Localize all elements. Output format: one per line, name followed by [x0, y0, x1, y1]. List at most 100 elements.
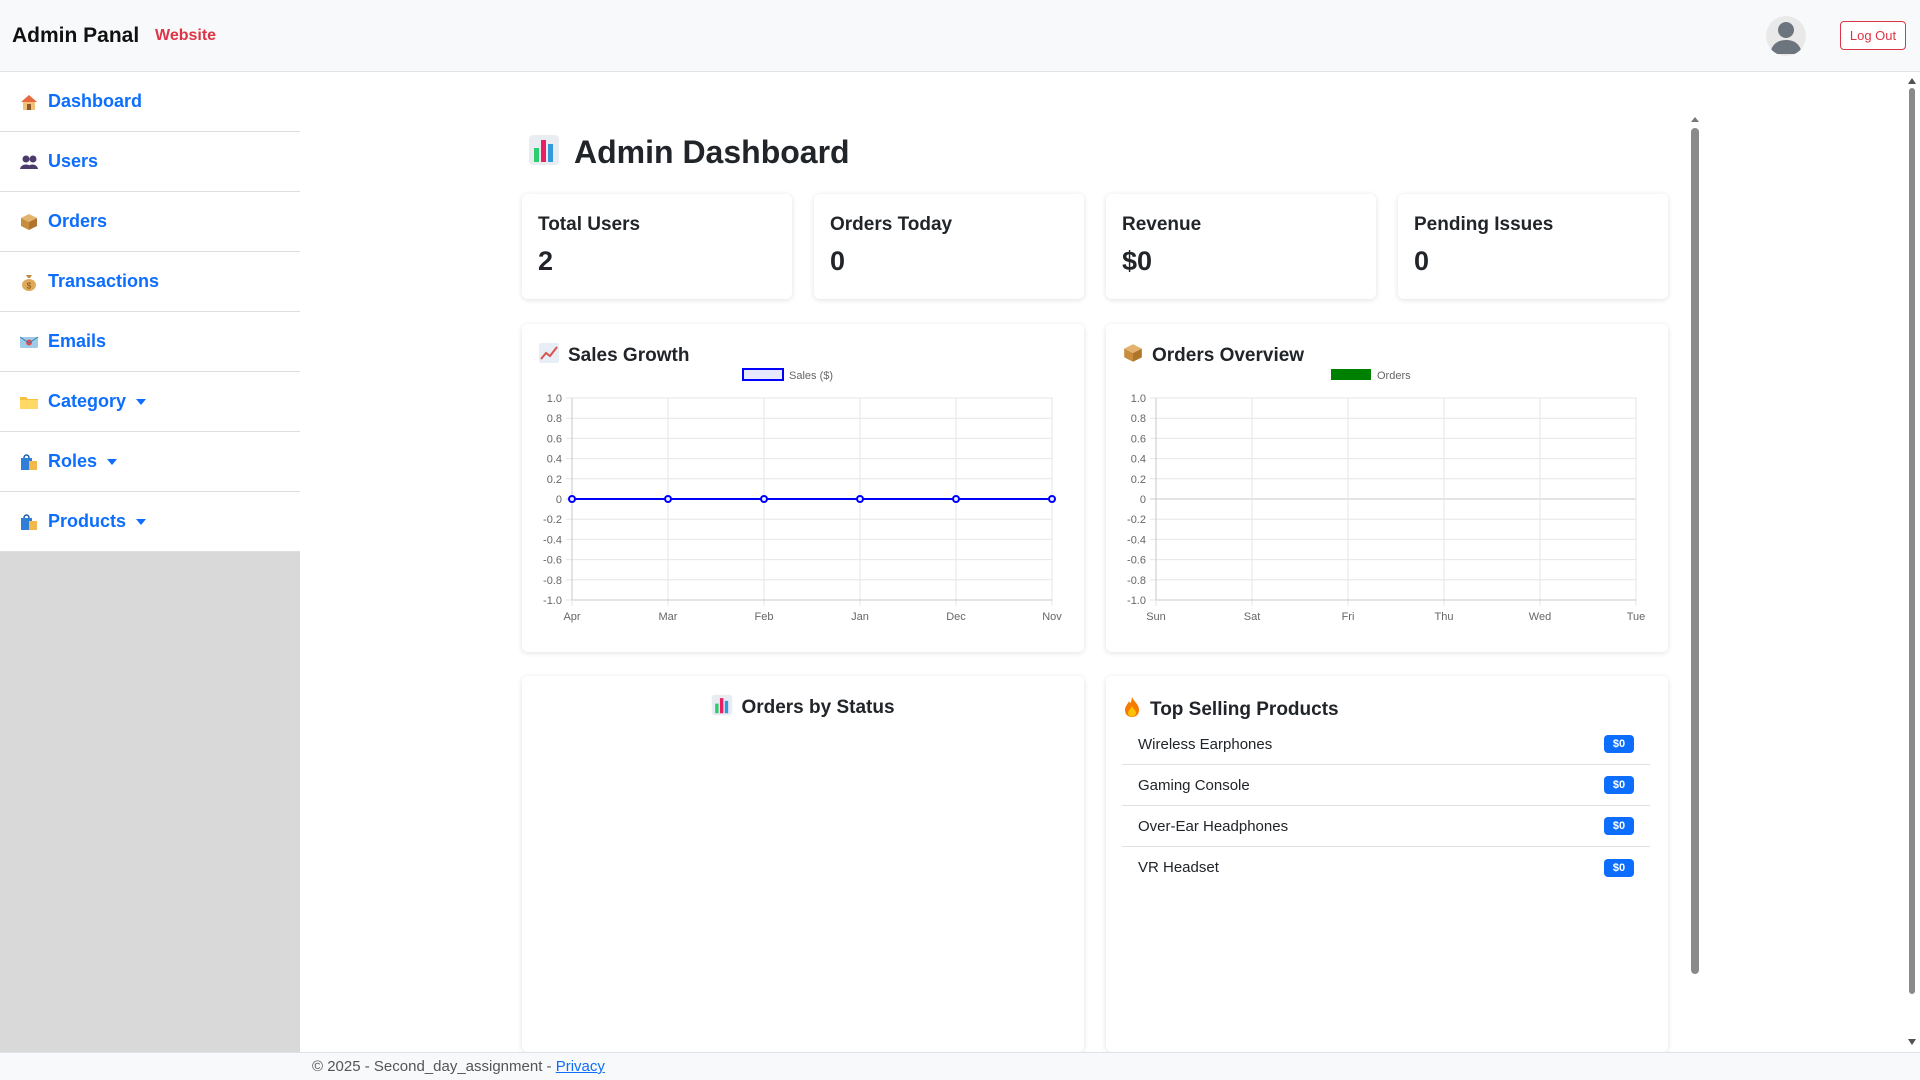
- sidebar-item-label: Roles: [48, 451, 98, 471]
- y-tick-label: 0.4: [547, 454, 562, 466]
- x-tick-label: Feb: [755, 611, 774, 623]
- sidebar-item-users[interactable]: Users: [0, 132, 300, 192]
- orders-overview-card: Orders Overview 1.0 0.8 0.6 0.4 0.2 0 -0.2 -0.4…: [1106, 324, 1668, 652]
- logout-button[interactable]: Log Out: [1840, 21, 1906, 50]
- y-tick-label: 0: [556, 494, 562, 506]
- price-badge: $0: [1604, 776, 1634, 794]
- chevron-down-icon[interactable]: [136, 518, 147, 525]
- x-tick-label: Sat: [1244, 611, 1261, 623]
- page-scrollbar[interactable]: [1904, 72, 1920, 1052]
- list-item[interactable]: VR Headset $0: [1122, 847, 1650, 888]
- x-tick-label: Mar: [659, 611, 678, 623]
- y-tick-label: -0.4: [1127, 534, 1146, 546]
- stat-card-orders-today: Orders Today 0: [814, 194, 1084, 299]
- list-item[interactable]: Over-Ear Headphones $0: [1122, 806, 1650, 847]
- data-point: [568, 495, 576, 503]
- sidebar-item-transactions[interactable]: $ Transactions: [0, 252, 300, 312]
- card-title: Orders by Status: [741, 696, 895, 718]
- stat-value: 0: [830, 246, 846, 276]
- orders-by-status-card: Orders by Status: [522, 676, 1084, 1052]
- y-tick-label: -0.2: [1127, 514, 1146, 526]
- sidebar-item-label: Category: [48, 391, 127, 411]
- package-icon: [18, 211, 40, 233]
- stat-label: Pending Issues: [1414, 214, 1554, 235]
- x-tick-label: Sun: [1146, 611, 1166, 623]
- data-point: [952, 495, 960, 503]
- stat-label: Revenue: [1122, 214, 1202, 235]
- sidebar-item-label: Dashboard: [48, 91, 143, 111]
- sidebar-item-label: Emails: [48, 331, 107, 351]
- card-title: Top Selling Products: [1150, 698, 1339, 720]
- copyright-text: © 2025 - Second_day_assignment -: [312, 1058, 556, 1075]
- y-tick-label: -0.8: [1127, 575, 1146, 587]
- sales-growth-card: Sales Growth 1.0 0.8 0.6 0.4 0.2 0 -0.2 -0.4 -0.…: [522, 324, 1084, 652]
- sales-growth-chart: 1.0 0.8 0.6 0.4 0.2 0 -0.2 -0.4 -0.6 -0.8 -1.0Apr M…: [543, 368, 1062, 623]
- page-title-text: Admin Dashboard: [574, 134, 850, 170]
- y-tick-label: -0.6: [543, 555, 562, 567]
- sidebar-item-roles[interactable]: Roles: [0, 432, 300, 492]
- product-name: Over-Ear Headphones: [1138, 817, 1289, 835]
- stat-card-revenue: Revenue $0: [1106, 194, 1376, 299]
- footer-text: © 2025 - Second_day_assignment - Privacy: [312, 1058, 605, 1075]
- sidebar-item-dashboard[interactable]: Dashboard: [0, 72, 300, 132]
- data-point: [760, 495, 768, 503]
- stat-card-pending-issues: Pending Issues 0: [1398, 194, 1668, 299]
- brand-title[interactable]: Admin Panal: [12, 24, 139, 48]
- y-tick-label: 1.0: [547, 393, 562, 405]
- footer: © 2025 - Second_day_assignment - Privacy: [0, 1052, 1920, 1080]
- y-tick-label: 0.8: [1131, 413, 1146, 425]
- chevron-down-icon[interactable]: [136, 398, 147, 405]
- page-title: Admin Dashboard: [528, 134, 850, 171]
- y-tick-label: 1.0: [1131, 393, 1146, 405]
- y-tick-label: -1.0: [1127, 595, 1146, 607]
- chevron-down-icon[interactable]: [107, 458, 118, 465]
- x-tick-label: Wed: [1529, 611, 1551, 623]
- data-point: [856, 495, 864, 503]
- legend-swatch: [1331, 369, 1371, 380]
- sidebar-item-label: Transactions: [48, 271, 160, 291]
- stat-card-total-users: Total Users 2: [522, 194, 792, 299]
- data-point: [1048, 495, 1056, 503]
- website-link[interactable]: Website: [155, 27, 216, 45]
- y-tick-label: -1.0: [543, 595, 562, 607]
- price-badge: $0: [1604, 817, 1634, 835]
- list-item[interactable]: Wireless Earphones $0: [1122, 724, 1650, 765]
- legend-label: Orders: [1377, 370, 1411, 382]
- sidebar-item-orders[interactable]: Orders: [0, 192, 300, 252]
- price-badge: $0: [1604, 735, 1634, 753]
- sidebar-item-category[interactable]: Category: [0, 372, 300, 432]
- legend-label: Sales ($): [789, 370, 833, 382]
- money-bag-icon: $: [18, 271, 40, 293]
- sidebar-menu: Dashboard Users Orders $ Transactions Em…: [0, 72, 300, 552]
- data-point: [664, 495, 672, 503]
- y-tick-label: 0.4: [1131, 454, 1146, 466]
- privacy-link[interactable]: Privacy: [556, 1058, 605, 1075]
- sidebar: Dashboard Users Orders $ Transactions Em…: [0, 72, 300, 1052]
- stat-label: Total Users: [538, 214, 641, 235]
- sidebar-item-products[interactable]: Products: [0, 492, 300, 552]
- user-avatar-icon[interactable]: [1766, 16, 1806, 56]
- x-tick-label: Apr: [563, 611, 580, 623]
- sidebar-item-label: Products: [48, 511, 127, 531]
- stat-value: $0: [1122, 246, 1153, 276]
- bar-chart-icon: [711, 694, 733, 721]
- y-tick-label: -0.2: [543, 514, 562, 526]
- x-tick-label: Fri: [1342, 611, 1355, 623]
- y-tick-label: -0.6: [1127, 555, 1146, 567]
- product-name: Gaming Console: [1138, 776, 1250, 794]
- stat-value: 2: [538, 246, 554, 276]
- sidebar-item-emails[interactable]: Emails: [0, 312, 300, 372]
- y-tick-label: -0.8: [543, 575, 562, 587]
- bar-chart-icon: [528, 134, 560, 171]
- users-icon: [18, 151, 40, 173]
- x-tick-label: Tue: [1627, 611, 1646, 623]
- content-scrollbar[interactable]: [1688, 114, 1702, 1054]
- card-header: Orders by Status: [522, 694, 1084, 721]
- sidebar-item-label: Users: [48, 151, 99, 171]
- top-selling-products-card: Top Selling Products Wireless Earphones …: [1106, 676, 1668, 1052]
- stat-value: 0: [1414, 246, 1430, 276]
- orders-overview-chart: 1.0 0.8 0.6 0.4 0.2 0 -0.2 -0.4 -0.6 -0.8 -1.0Sun S…: [1127, 369, 1646, 623]
- shopping-bags-icon: [18, 451, 40, 473]
- x-tick-label: Dec: [946, 611, 966, 623]
- list-item[interactable]: Gaming Console $0: [1122, 765, 1650, 806]
